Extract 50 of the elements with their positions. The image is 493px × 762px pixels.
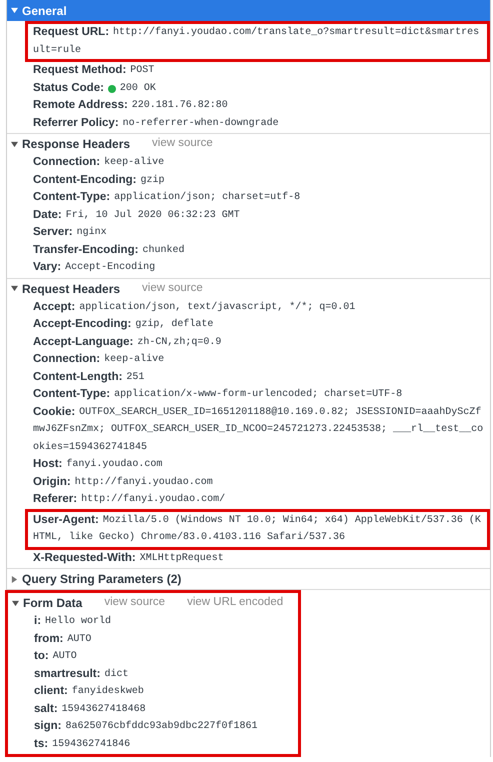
header-line: Accept-Encoding: gzip, deflate [33, 317, 214, 332]
section-header[interactable]: Response Headers view source [7, 134, 490, 154]
header-line: Content-Encoding: gzip [33, 172, 166, 188]
header-line: Referrer Policy: no-referrer-when-downgrade [33, 116, 280, 130]
header-line: Connection: keep-alive [33, 155, 166, 170]
header-line: Connection: keep-alive [33, 352, 166, 367]
section-header[interactable]: Form Data view source view URL encoded [8, 593, 298, 613]
header-line: Vary: Accept-Encoding [33, 260, 156, 275]
caret-icon[interactable] [12, 600, 19, 606]
section-header[interactable]: Request Headers view source [7, 278, 490, 298]
header-line: User-Agent: Mozilla/5.0 (Windows NT 10.0; Win64; x64) AppleWebKit/537.36 (KHTML, like Gecko) Chrome/83.0.4103.116 Safari/537.36 [33, 512, 482, 545]
header-line: smartresult: dict [34, 666, 130, 682]
header-line: i: Hello world [34, 614, 112, 629]
header-line: Content-Type: application/x-www-form-urlencoded; charset=UTF-8 [33, 387, 404, 402]
header-line: from: AUTO [34, 632, 92, 646]
caret-icon[interactable] [11, 7, 18, 14]
header-line: X-Requested-With: XMLHttpRequest [33, 550, 225, 566]
header-line: Accept-Language: zh-CN,zh;q=0.9 [33, 334, 222, 350]
header-line: ts: 1594362741846 [34, 736, 132, 752]
section-title: General [22, 2, 67, 20]
header-line: Origin: http://fanyi.youdao.com [33, 474, 214, 490]
header-line: Content-Length: 251 [33, 370, 146, 384]
header-line: Content-Type: application/json; charset=utf-8 [33, 190, 302, 205]
header-line: Referer: http://fanyi.youdao.com/ [33, 492, 226, 507]
section-title: Request Headers [22, 280, 120, 298]
header-line: Request Method: POST [33, 63, 156, 78]
view-source-link[interactable]: view source [142, 280, 203, 298]
header-line: Accept: application/json, text/javascript, */*; q=0.01 [33, 300, 356, 314]
header-line: to: AUTO [34, 649, 78, 664]
header-line: client: fanyideskweb [34, 684, 145, 699]
header-line: Host: fanyi.youdao.com [33, 457, 164, 472]
section-header[interactable]: General [7, 0, 490, 21]
header-line: Server: nginx [33, 225, 108, 240]
header-line: Transfer-Encoding: chunked [33, 242, 186, 258]
caret-icon[interactable] [11, 576, 18, 582]
caret-icon[interactable] [11, 285, 18, 292]
section-title: Form Data [23, 595, 82, 612]
view-source-link[interactable]: view URL encoded [187, 594, 284, 612]
header-line: salt: 15943627418468 [34, 702, 147, 716]
section-title: Response Headers [22, 136, 130, 153]
view-source-link[interactable]: view source [152, 135, 213, 153]
header-line: Remote Address: 220.181.76.82:80 [33, 98, 229, 113]
header-line: Status Code: 200 OK [33, 80, 157, 96]
header-line: sign: 8a625076cbfddc93ab9dbc227f0f1861 [34, 719, 259, 734]
section-header[interactable]: Query String Parameters (2) [7, 569, 490, 589]
section-title: Query String Parameters (2) [22, 571, 182, 588]
header-line: Date: Fri, 10 Jul 2020 06:32:23 GMT [33, 208, 241, 222]
view-source-link[interactable]: view source [104, 594, 166, 612]
header-line: Request URL: http://fanyi.youdao.com/translate_o?smartresult=dict&smartresult=rule [33, 25, 480, 58]
caret-icon[interactable] [11, 140, 18, 148]
